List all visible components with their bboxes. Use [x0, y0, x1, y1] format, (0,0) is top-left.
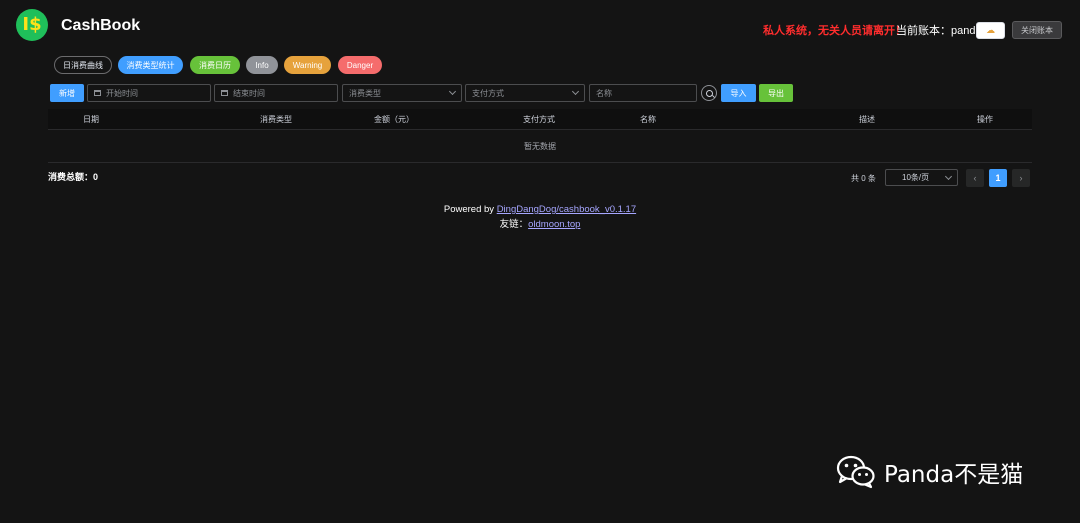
start-date-input[interactable]: 开始时间 — [87, 84, 211, 102]
search-button[interactable] — [701, 85, 717, 101]
chevron-down-icon — [944, 172, 953, 180]
total-spending: 消费总额：0 — [48, 172, 99, 182]
name-placeholder: 名称 — [596, 88, 612, 98]
powered-by: Powered by DingDangDog/cashbook_v0.1.17 — [0, 204, 1080, 215]
chevron-down-icon — [571, 87, 580, 96]
theme-toggle-button[interactable]: ☁ — [976, 22, 1005, 39]
wechat-icon — [836, 455, 875, 489]
name-input[interactable]: 名称 — [589, 84, 697, 102]
spending-type-select[interactable]: 消费类型 — [342, 84, 462, 102]
add-button[interactable]: 新增 — [50, 84, 84, 102]
column-type: 消费类型 — [260, 114, 292, 124]
pagination-total: 共 0 条 — [851, 174, 876, 183]
watermark: Panda不是猫 — [836, 455, 1023, 489]
close-book-button[interactable]: 关闭账本 — [1012, 21, 1062, 39]
info-button[interactable]: Info — [246, 56, 278, 74]
next-page-button[interactable]: › — [1012, 169, 1030, 187]
page-size-select[interactable]: 10条/页 — [885, 169, 958, 186]
page-1-button[interactable]: 1 — [989, 169, 1007, 187]
moon-cloud-icon: ☁ — [986, 25, 995, 35]
calendar-icon — [94, 90, 101, 96]
export-button[interactable]: 导出 — [759, 84, 793, 102]
prev-page-button[interactable]: ‹ — [966, 169, 984, 187]
start-date-placeholder: 开始时间 — [106, 88, 138, 98]
column-description: 描述 — [859, 114, 875, 124]
powered-prefix: Powered by — [443, 204, 497, 215]
daily-spending-curve-button[interactable]: 日消费曲线 — [54, 56, 112, 74]
column-payment: 支付方式 — [523, 114, 555, 124]
app-title: CashBook — [61, 17, 141, 34]
watermark-text: Panda不是猫 — [884, 462, 1024, 488]
chevron-down-icon — [448, 87, 457, 96]
friend-link[interactable]: oldmoon.top — [528, 219, 580, 230]
column-actions: 操作 — [977, 114, 993, 124]
app-logo: I$ — [16, 9, 48, 41]
danger-button[interactable]: Danger — [338, 56, 382, 74]
friend-links: 友链：oldmoon.top — [0, 216, 1080, 230]
payment-method-select[interactable]: 支付方式 — [465, 84, 585, 102]
friend-prefix: 友链： — [499, 219, 529, 230]
end-date-input[interactable]: 结束时间 — [214, 84, 338, 102]
private-warning: 私人系统，无关人员请离开！ — [763, 25, 906, 37]
search-icon — [705, 89, 713, 97]
column-amount: 金额（元） — [374, 114, 414, 124]
import-button[interactable]: 导入 — [721, 84, 756, 102]
page-size-value: 10条/页 — [902, 173, 930, 182]
column-name: 名称 — [640, 114, 656, 124]
warning-button[interactable]: Warning — [284, 56, 331, 74]
spending-type-stats-button[interactable]: 消费类型统计 — [118, 56, 183, 74]
spending-type-placeholder: 消费类型 — [349, 88, 381, 98]
logo-text: I$ — [22, 14, 42, 35]
column-date: 日期 — [83, 114, 99, 124]
payment-method-placeholder: 支付方式 — [472, 88, 504, 98]
current-account-label: 当前账本：panda — [896, 25, 982, 37]
powered-link[interactable]: DingDangDog/cashbook_v0.1.17 — [497, 204, 636, 215]
spending-calendar-button[interactable]: 消费日历 — [190, 56, 240, 74]
calendar-icon — [221, 90, 228, 96]
table-empty-state: 暂无数据 — [48, 130, 1032, 163]
end-date-placeholder: 结束时间 — [233, 88, 265, 98]
